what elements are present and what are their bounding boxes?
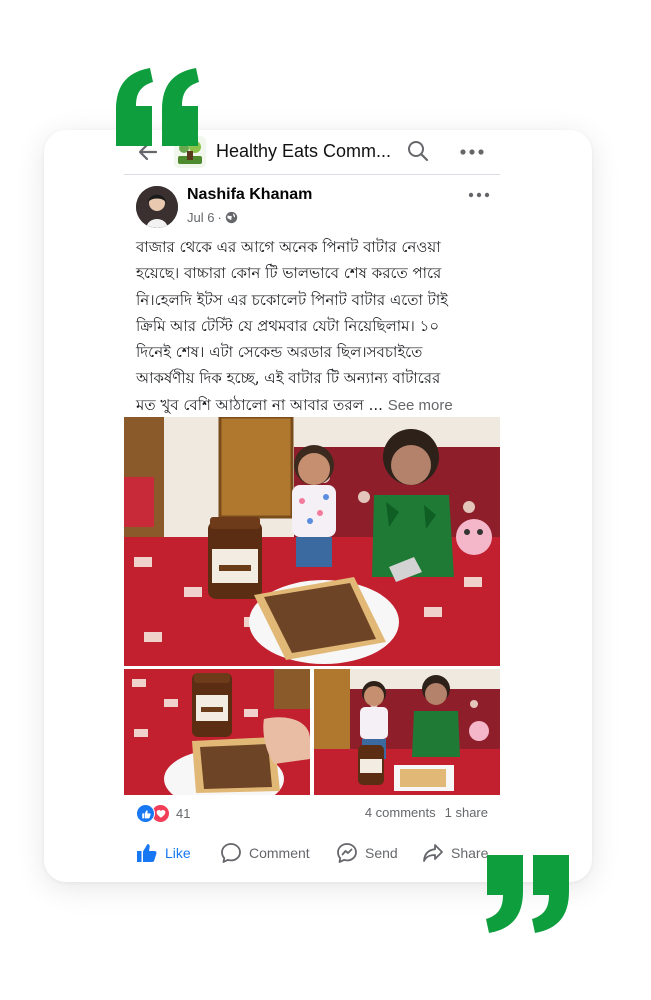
more-icon[interactable] bbox=[468, 188, 490, 200]
comment-button[interactable]: Comment bbox=[220, 838, 310, 868]
comment-icon bbox=[220, 842, 242, 864]
post-photo-secondary[interactable] bbox=[124, 669, 310, 795]
like-label: Like bbox=[165, 845, 191, 861]
post-photo-main[interactable] bbox=[124, 417, 500, 666]
see-more-link[interactable]: See more bbox=[388, 397, 453, 414]
send-button[interactable]: Send bbox=[336, 838, 398, 868]
share-count[interactable]: 1 share bbox=[445, 805, 488, 820]
post-body: বাজার থেকে এর আগে অনেক পিনাট বাটার নেওয়… bbox=[136, 234, 486, 419]
post-meta: Jul 6 · bbox=[187, 210, 238, 225]
search-icon[interactable] bbox=[406, 139, 430, 163]
author-name[interactable]: Nashifa Khanam bbox=[187, 186, 312, 204]
like-icon bbox=[136, 804, 155, 823]
comment-count[interactable]: 4 comments bbox=[365, 805, 436, 820]
send-icon bbox=[336, 842, 358, 864]
post-text-line: মত খুব বেশি আঠালো না আবার তরল ... bbox=[136, 395, 383, 414]
post-text-line: বাজার থেকে এর আগে অনেক পিনাট বাটার নেওয়… bbox=[136, 238, 441, 256]
more-icon[interactable] bbox=[459, 142, 485, 162]
reaction-summary[interactable]: 41 bbox=[136, 804, 190, 823]
post-text-last-line: মত খুব বেশি আঠালো না আবার তরল ... See mo… bbox=[136, 392, 486, 419]
post-text-line: আকর্ষণীয় দিক হচ্ছে, এই বাটার টি অন্যান্… bbox=[136, 369, 441, 388]
share-label: Share bbox=[451, 845, 489, 861]
group-name[interactable]: Healthy Eats Comm... bbox=[216, 141, 392, 162]
share-button[interactable]: Share bbox=[422, 838, 488, 868]
author-avatar[interactable] bbox=[136, 186, 178, 228]
meta-separator: · bbox=[217, 210, 222, 225]
like-icon bbox=[136, 843, 158, 863]
post-date[interactable]: Jul 6 bbox=[187, 210, 214, 225]
reaction-count: 41 bbox=[176, 806, 191, 821]
share-icon bbox=[422, 842, 444, 864]
post-text-line: দিনেই শেষ। এটা সেকেন্ড অরডার ছিল।সবচাইতে bbox=[136, 343, 423, 362]
post-text-line: হয়েছে। বাচ্চারা কোন টি ভালভাবে শেষ করতে… bbox=[136, 264, 442, 283]
engagement-stats: 4 comments 1 share bbox=[365, 805, 488, 820]
quote-open-icon bbox=[114, 68, 202, 148]
send-label: Send bbox=[365, 845, 398, 861]
action-bar: Like Comment Send Share bbox=[124, 838, 500, 868]
post-text-line: নি।হেলদি ইটস এর চকোলেট পিনাট বাটার এতো ট… bbox=[136, 290, 448, 309]
globe-icon bbox=[225, 211, 238, 224]
like-button[interactable]: Like bbox=[136, 838, 191, 868]
post-photo-tertiary[interactable] bbox=[314, 669, 500, 795]
post-text-line: ক্রিমি আর টেস্টি যে প্রথমবার যেটা নিয়েছ… bbox=[136, 316, 440, 335]
comment-label: Comment bbox=[249, 845, 310, 861]
